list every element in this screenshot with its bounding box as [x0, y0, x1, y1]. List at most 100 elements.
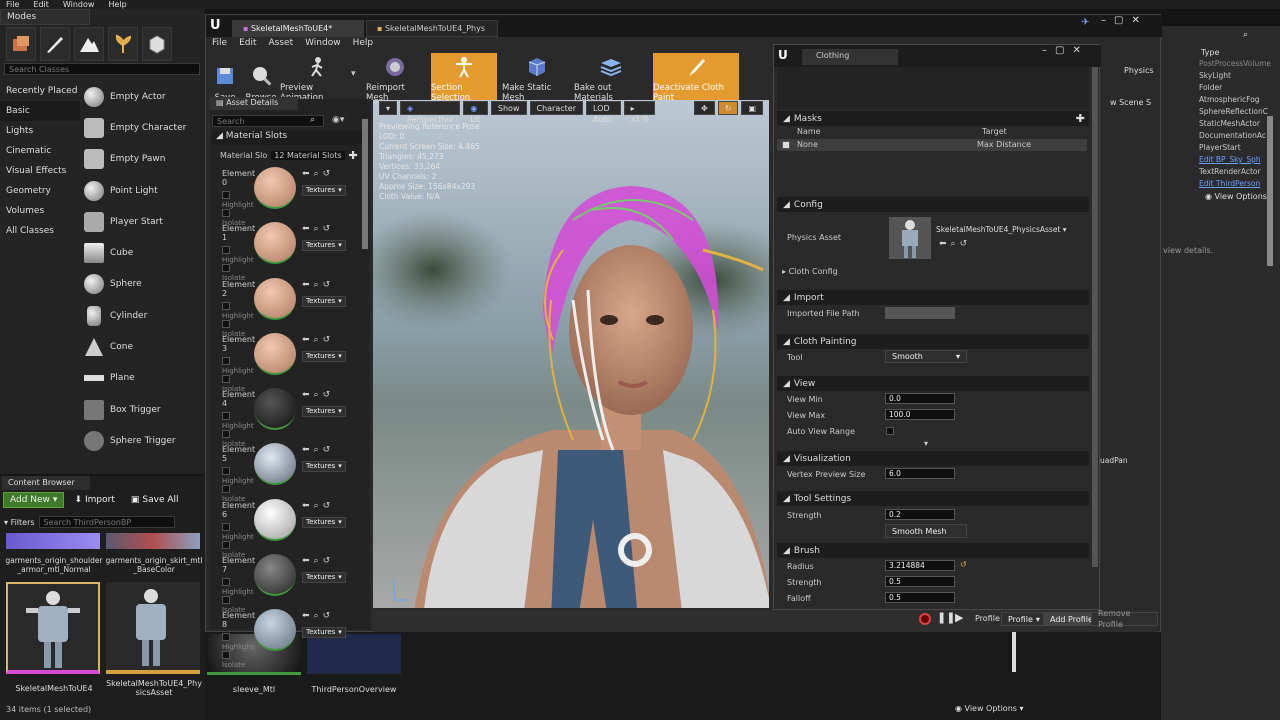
- clothing-tab[interactable]: Clothing: [802, 49, 898, 65]
- material-thumbnail[interactable]: [254, 332, 296, 375]
- add-new-button[interactable]: Add New ▾: [3, 492, 65, 508]
- scrollbar[interactable]: [1092, 67, 1098, 567]
- mask-row[interactable]: None Max Distance: [777, 139, 1087, 151]
- slot-action-icons[interactable]: ⬅⌕↺: [302, 335, 346, 345]
- rotate-tool-icon[interactable]: ↻: [717, 101, 739, 115]
- auto-view-range-checkbox[interactable]: [886, 427, 894, 435]
- edit-link[interactable]: Edit BP_Sky_Sph: [1199, 154, 1271, 166]
- move-tool-icon[interactable]: ✥: [694, 101, 715, 115]
- show-button[interactable]: Show: [490, 101, 527, 115]
- textures-dropdown[interactable]: Textures ▾: [302, 516, 346, 528]
- highlight-toggle[interactable]: Highlight: [222, 191, 254, 209]
- tab-skeletal-mesh[interactable]: ▪ SkeletalMeshToUE4*: [232, 20, 364, 37]
- actor-item[interactable]: Sphere Trigger: [82, 425, 202, 456]
- radius-field[interactable]: 3.214884: [885, 560, 955, 571]
- material-thumbnail[interactable]: [254, 388, 296, 431]
- brush-strength-field[interactable]: 0.5: [885, 576, 955, 587]
- lod-button[interactable]: LOD Auto: [586, 101, 621, 124]
- textures-dropdown[interactable]: Textures ▾: [302, 185, 346, 196]
- actor-item[interactable]: Plane: [82, 363, 202, 394]
- slot-action-icons[interactable]: ⬅⌕↺: [302, 556, 346, 566]
- highlight-toggle[interactable]: Highlight: [222, 246, 254, 264]
- actor-item[interactable]: Empty Pawn: [82, 144, 202, 175]
- view-min-field[interactable]: 0.0: [885, 393, 955, 404]
- textures-dropdown[interactable]: Textures ▾: [302, 627, 346, 639]
- save-all-button[interactable]: ▣ Save All: [125, 492, 185, 508]
- textures-dropdown[interactable]: Textures ▾: [302, 406, 346, 418]
- cloth-painting-section[interactable]: ◢ Cloth Painting: [777, 334, 1089, 349]
- perspective-button[interactable]: ◈ Perspective: [400, 101, 461, 124]
- reimport-mesh-button[interactable]: Reimport Mesh: [366, 53, 424, 105]
- view-section[interactable]: ◢ View: [777, 376, 1089, 391]
- menu-edit[interactable]: Edit: [33, 0, 49, 9]
- tool-settings-section[interactable]: ◢ Tool Settings: [777, 491, 1089, 506]
- category-visual-effects[interactable]: Visual Effects: [0, 161, 80, 181]
- brush-section[interactable]: ◢ Brush: [777, 543, 1089, 558]
- playback-speed-button[interactable]: ▸ x1.0: [623, 101, 656, 124]
- window-controls[interactable]: –▢✕: [1042, 45, 1089, 56]
- slot-action-icons[interactable]: ⬅⌕↺: [302, 611, 346, 621]
- landscape-mode-icon[interactable]: [74, 27, 104, 61]
- view-options-icon[interactable]: ◉▾: [332, 115, 344, 125]
- material-thumbnail[interactable]: [254, 498, 296, 541]
- search-icon[interactable]: ⌕: [310, 115, 315, 125]
- skeletal-mesh-thumbnail[interactable]: [6, 582, 100, 674]
- physics-asset-thumbnail[interactable]: [106, 582, 200, 674]
- section-selection-button[interactable]: Section Selection: [431, 53, 497, 105]
- vertex-preview-size-field[interactable]: 6.0: [885, 468, 955, 479]
- bake-out-materials-button[interactable]: Bake out Materials: [574, 53, 648, 105]
- slot-action-icons[interactable]: ⬅⌕↺: [302, 280, 346, 290]
- slot-action-icons[interactable]: ⬅⌕↺: [302, 224, 346, 234]
- lit-button[interactable]: ◉ Lit: [463, 101, 488, 124]
- search-classes-input[interactable]: Search Classes: [4, 63, 200, 75]
- category-basic[interactable]: Basic: [0, 101, 80, 121]
- menu-help[interactable]: Help: [108, 0, 126, 9]
- category-all-classes[interactable]: All Classes: [0, 221, 80, 241]
- scale-tool-icon[interactable]: ▣: [741, 101, 763, 115]
- modes-tab[interactable]: Modes: [0, 9, 90, 25]
- profile-dropdown[interactable]: Profile ▾: [1001, 612, 1047, 626]
- asset-action-icons[interactable]: ⬅⌕↺: [939, 239, 971, 249]
- scrollbar[interactable]: [362, 119, 368, 249]
- highlight-toggle[interactable]: Highlight: [222, 301, 254, 320]
- physics-asset-thumbnail[interactable]: [889, 217, 931, 259]
- actor-item[interactable]: Cylinder: [82, 300, 202, 331]
- paint-mode-icon[interactable]: [40, 27, 70, 61]
- geometry-mode-icon[interactable]: [142, 27, 172, 61]
- highlight-toggle[interactable]: Highlight: [222, 356, 254, 375]
- scrollbar[interactable]: [1267, 116, 1273, 266]
- textures-dropdown[interactable]: Textures ▾: [302, 572, 346, 584]
- highlight-toggle[interactable]: Highlight: [222, 633, 254, 651]
- basecolor-texture-thumbnail[interactable]: [106, 533, 200, 549]
- actor-item[interactable]: Empty Character: [82, 112, 202, 143]
- category-lights[interactable]: Lights: [0, 121, 80, 141]
- remove-profile-button[interactable]: Remove Profile: [1091, 609, 1158, 629]
- tool-strength-field[interactable]: 0.2: [885, 509, 955, 520]
- slot-action-icons[interactable]: ⬅⌕↺: [302, 169, 346, 179]
- details-search-input[interactable]: Search: [212, 115, 324, 127]
- deactivate-cloth-paint-button[interactable]: Deactivate Cloth Paint: [653, 53, 739, 105]
- actor-item[interactable]: Sphere: [82, 269, 202, 300]
- viewport[interactable]: ▾ ◈ Perspective ◉ Lit Show Character LOD…: [373, 100, 769, 608]
- import-section[interactable]: ◢ Import: [777, 290, 1089, 305]
- isolate-toggle[interactable]: Isolate: [222, 651, 254, 669]
- textures-dropdown[interactable]: Textures ▾: [302, 350, 346, 362]
- menu-asset[interactable]: Asset: [269, 38, 294, 52]
- textures-dropdown[interactable]: Textures ▾: [302, 461, 346, 473]
- highlight-toggle[interactable]: Highlight: [222, 522, 254, 541]
- menu-file[interactable]: File: [212, 38, 227, 52]
- filters-button[interactable]: ▾ Filters: [4, 518, 35, 527]
- config-section[interactable]: ◢ Config: [777, 197, 1089, 212]
- textures-dropdown[interactable]: Textures ▾: [302, 240, 346, 252]
- content-search-input[interactable]: Search ThirdPersonBP: [38, 516, 175, 528]
- view-max-field[interactable]: 100.0: [885, 409, 955, 420]
- slot-action-icons[interactable]: ⬅⌕↺: [302, 390, 346, 400]
- asset-details-tab[interactable]: ▤ Asset Details: [210, 97, 298, 110]
- add-slot-icon[interactable]: ✚: [349, 149, 358, 162]
- highlight-toggle[interactable]: Highlight: [222, 578, 254, 596]
- category-volumes[interactable]: Volumes: [0, 201, 80, 221]
- category-cinematic[interactable]: Cinematic: [0, 141, 80, 161]
- outliner-view-options[interactable]: ◉ View Options: [1205, 192, 1267, 201]
- menu-edit[interactable]: Edit: [239, 38, 256, 52]
- scene-tab-label[interactable]: w Scene S: [1110, 98, 1151, 107]
